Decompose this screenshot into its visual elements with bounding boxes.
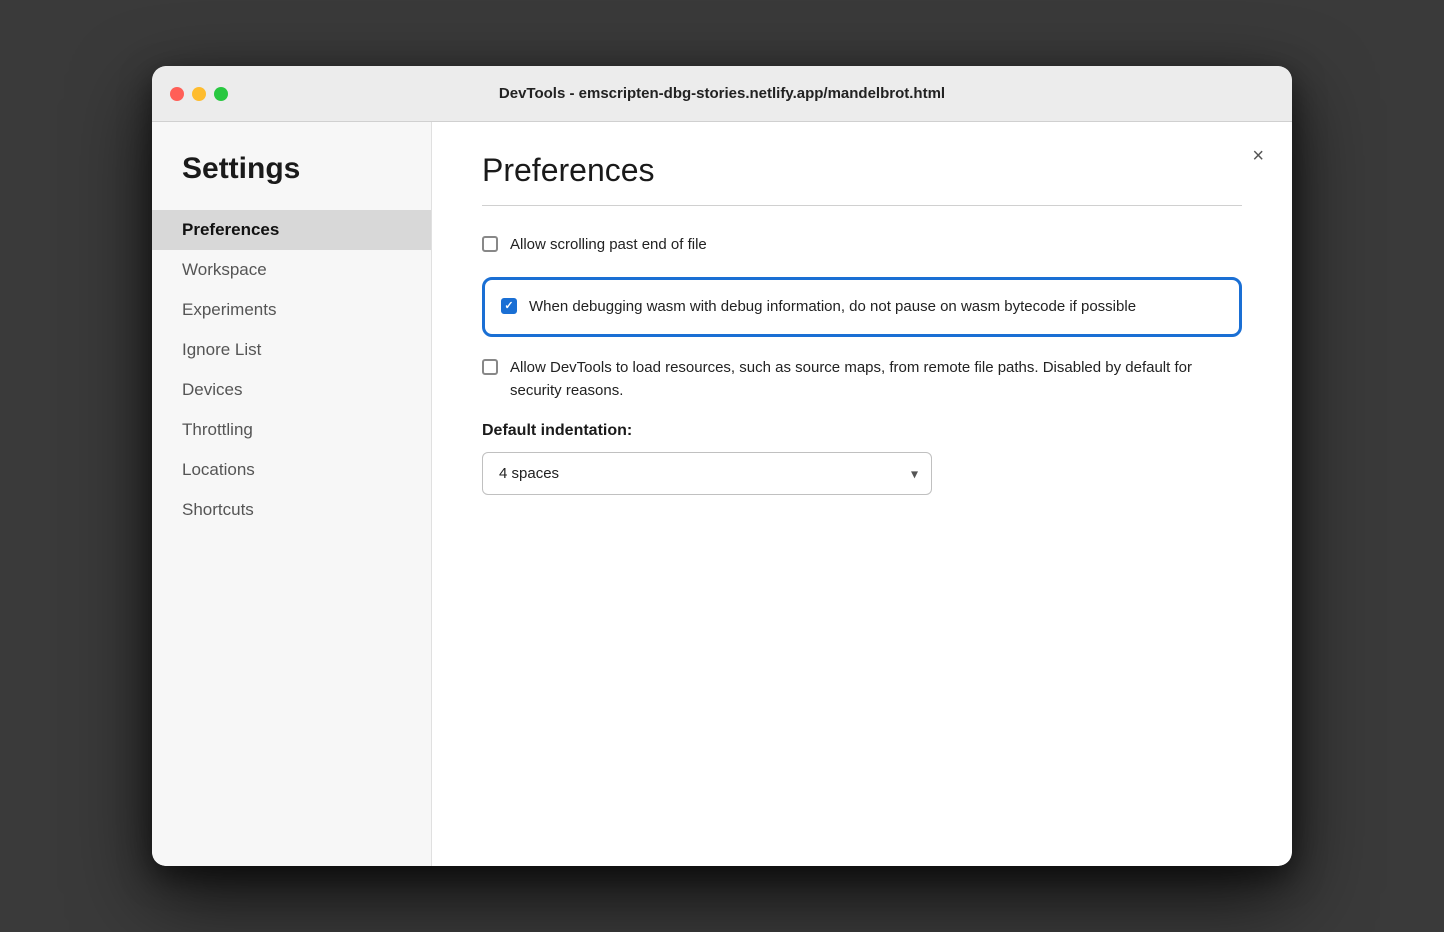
indentation-section: Default indentation: 2 spaces 4 spaces 8… — [482, 422, 1242, 495]
sidebar-heading: Settings — [152, 152, 431, 210]
checkbox-scroll[interactable] — [482, 236, 498, 252]
sidebar-item-shortcuts[interactable]: Shortcuts — [152, 490, 431, 530]
setting-label-remote: Allow DevTools to load resources, such a… — [510, 357, 1242, 402]
window-title: DevTools - emscripten-dbg-stories.netlif… — [499, 85, 945, 102]
sidebar-item-workspace[interactable]: Workspace — [152, 250, 431, 290]
setting-label-wasm: When debugging wasm with debug informati… — [529, 296, 1136, 319]
traffic-lights — [170, 87, 228, 101]
checkbox-wasm[interactable] — [501, 298, 517, 314]
setting-label-scroll: Allow scrolling past end of file — [510, 234, 707, 257]
dropdown-wrapper: 2 spaces 4 spaces 8 spaces Tab character… — [482, 452, 932, 495]
titlebar: DevTools - emscripten-dbg-stories.netlif… — [152, 66, 1292, 122]
close-traffic-light[interactable] — [170, 87, 184, 101]
divider — [482, 205, 1242, 206]
indentation-dropdown[interactable]: 2 spaces 4 spaces 8 spaces Tab character — [482, 452, 932, 495]
content-area: Settings Preferences Workspace Experimen… — [152, 122, 1292, 866]
main-content: × Preferences Allow scrolling past end o… — [432, 122, 1292, 866]
sidebar-item-throttling[interactable]: Throttling — [152, 410, 431, 450]
sidebar: Settings Preferences Workspace Experimen… — [152, 122, 432, 866]
window: DevTools - emscripten-dbg-stories.netlif… — [152, 66, 1292, 866]
setting-row-scroll: Allow scrolling past end of file — [482, 234, 1242, 257]
checkbox-remote[interactable] — [482, 359, 498, 375]
indentation-label: Default indentation: — [482, 422, 1242, 440]
sidebar-item-locations[interactable]: Locations — [152, 450, 431, 490]
section-title: Preferences — [482, 152, 1242, 189]
setting-row-remote: Allow DevTools to load resources, such a… — [482, 357, 1242, 402]
setting-row-wasm: When debugging wasm with debug informati… — [482, 277, 1242, 338]
sidebar-item-devices[interactable]: Devices — [152, 370, 431, 410]
sidebar-item-ignore-list[interactable]: Ignore List — [152, 330, 431, 370]
maximize-traffic-light[interactable] — [214, 87, 228, 101]
minimize-traffic-light[interactable] — [192, 87, 206, 101]
sidebar-item-preferences[interactable]: Preferences — [152, 210, 431, 250]
sidebar-item-experiments[interactable]: Experiments — [152, 290, 431, 330]
close-button[interactable]: × — [1244, 142, 1272, 170]
